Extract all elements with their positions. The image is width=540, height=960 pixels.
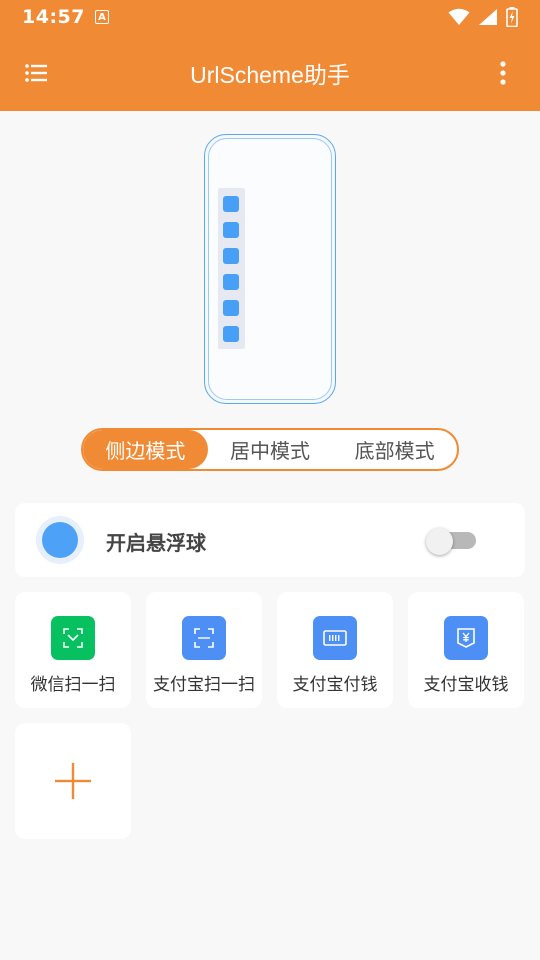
- tab-side-mode[interactable]: 侧边模式: [83, 430, 208, 469]
- app-bar: UrlScheme助手: [0, 34, 540, 111]
- side-float-strip: [218, 188, 245, 349]
- side-dot: [223, 274, 239, 290]
- status-bar: 14:57 A: [0, 0, 540, 34]
- side-dot: [223, 248, 239, 264]
- float-ball-label: 开启悬浮球: [106, 531, 206, 555]
- alipay-pay-icon: [313, 616, 357, 660]
- signal-icon: [479, 9, 497, 25]
- menu-list-icon[interactable]: [24, 60, 50, 86]
- notification-a-icon: A: [94, 10, 109, 24]
- app-title: UrlScheme助手: [190, 61, 350, 88]
- shortcut-wechat-scan[interactable]: 微信扫一扫: [15, 592, 131, 708]
- battery-charging-icon: [506, 7, 518, 27]
- float-ball-toggle[interactable]: [426, 528, 478, 555]
- add-shortcut-button[interactable]: [15, 723, 131, 839]
- shortcut-alipay-scan[interactable]: 支付宝扫一扫: [146, 592, 262, 708]
- side-dot: [223, 196, 239, 212]
- shortcut-label: 支付宝收钱: [423, 675, 509, 695]
- alipay-scan-icon: [182, 616, 226, 660]
- tab-center-mode[interactable]: 居中模式: [208, 430, 333, 469]
- shortcut-alipay-receive[interactable]: 支付宝收钱: [408, 592, 524, 708]
- plus-icon: [55, 763, 91, 799]
- float-ball-icon: [36, 516, 84, 564]
- float-ball-card: 开启悬浮球: [15, 503, 525, 577]
- shortcut-label: 支付宝付钱: [292, 675, 378, 695]
- side-dot: [223, 326, 239, 342]
- shortcut-alipay-pay[interactable]: 支付宝付钱: [277, 592, 393, 708]
- wechat-scan-icon: [51, 616, 95, 660]
- mode-tabs: 侧边模式 居中模式 底部模式: [81, 428, 459, 471]
- tab-bottom-mode[interactable]: 底部模式: [332, 430, 457, 469]
- alipay-receive-icon: [444, 616, 488, 660]
- shortcut-label: 微信扫一扫: [30, 675, 116, 695]
- side-dot: [223, 222, 239, 238]
- side-dot: [223, 300, 239, 316]
- wifi-icon: [448, 8, 470, 25]
- more-vertical-icon[interactable]: [490, 60, 516, 86]
- status-icons: [448, 7, 518, 27]
- status-time: 14:57: [22, 6, 85, 28]
- shortcut-label: 支付宝扫一扫: [153, 675, 255, 695]
